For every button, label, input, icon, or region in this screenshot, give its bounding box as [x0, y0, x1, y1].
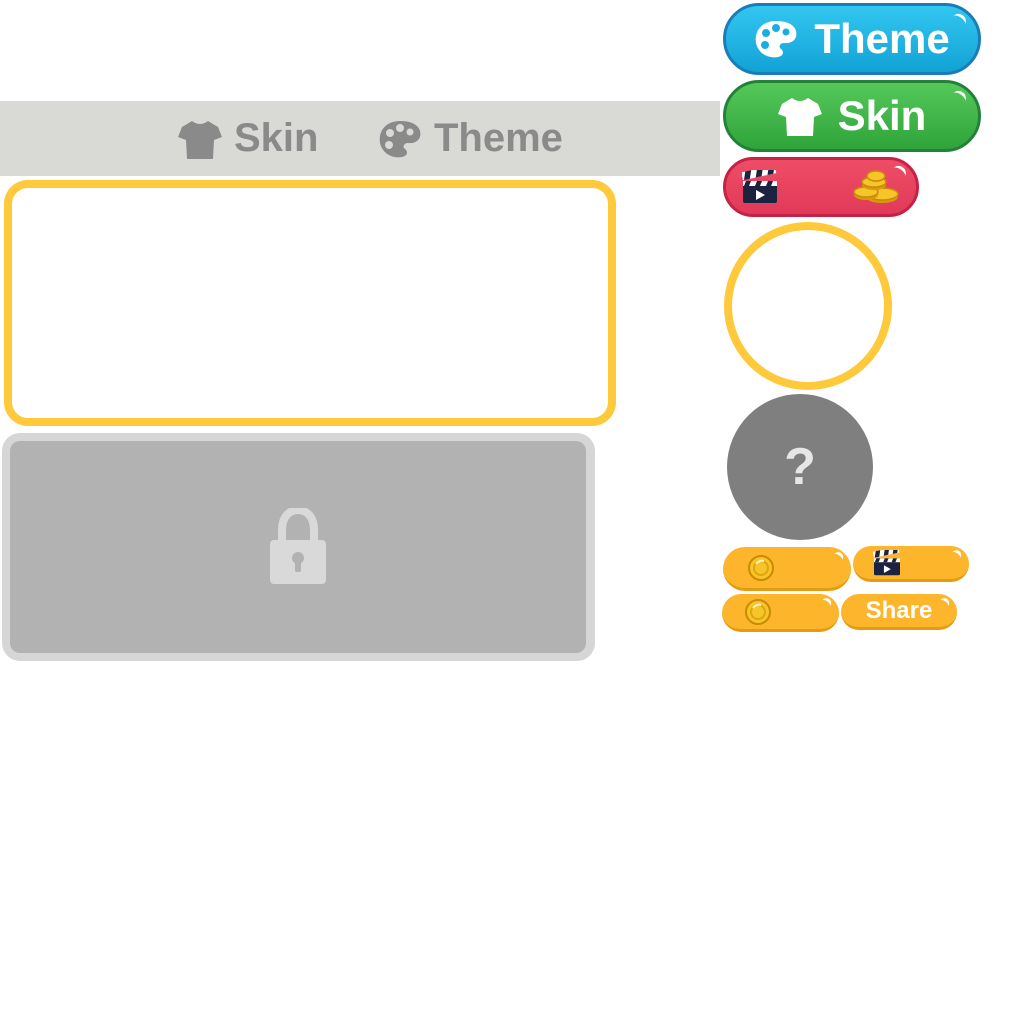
shine-highlight — [948, 548, 964, 563]
mystery-item-circle[interactable]: ? — [727, 394, 873, 540]
selected-item-card[interactable] — [4, 180, 616, 426]
share-button[interactable]: Share — [841, 594, 957, 630]
clapperboard-icon — [742, 170, 777, 203]
clapperboard-icon — [873, 549, 900, 575]
shine-highlight — [818, 596, 834, 611]
theme-button-label: Theme — [814, 15, 950, 62]
lock-icon — [270, 508, 326, 584]
theme-button[interactable]: Theme — [723, 3, 981, 75]
watch-ad-for-coins-button[interactable] — [723, 157, 919, 217]
skin-button-label: Skin — [837, 92, 927, 139]
shine-highlight — [936, 596, 952, 611]
tshirt-icon — [777, 98, 822, 136]
tab-theme[interactable]: Theme — [378, 101, 563, 176]
coin-buy-button[interactable] — [723, 547, 851, 591]
skin-button[interactable]: Skin — [723, 80, 981, 152]
watch-video-button[interactable] — [853, 546, 969, 582]
tab-skin[interactable]: Skin — [178, 101, 318, 176]
palette-icon — [379, 120, 421, 157]
tab-theme-label: Theme — [434, 116, 563, 160]
palette-icon — [756, 21, 797, 58]
share-button-label: Share — [865, 596, 933, 624]
coin-icon — [745, 598, 771, 625]
coin-buy-button[interactable] — [722, 594, 839, 632]
shine-highlight — [949, 88, 969, 107]
tshirt-icon — [178, 120, 222, 159]
avatar-frame-ring[interactable] — [724, 222, 892, 390]
locked-item-card[interactable] — [2, 433, 595, 661]
tab-skin-label: Skin — [234, 116, 319, 160]
coin-icon — [748, 554, 774, 581]
shine-highlight — [949, 11, 969, 30]
tab-bar: Skin Theme — [0, 101, 720, 176]
question-mark: ? — [784, 438, 816, 496]
shine-highlight — [830, 550, 846, 565]
locked-item-panel — [10, 441, 586, 653]
